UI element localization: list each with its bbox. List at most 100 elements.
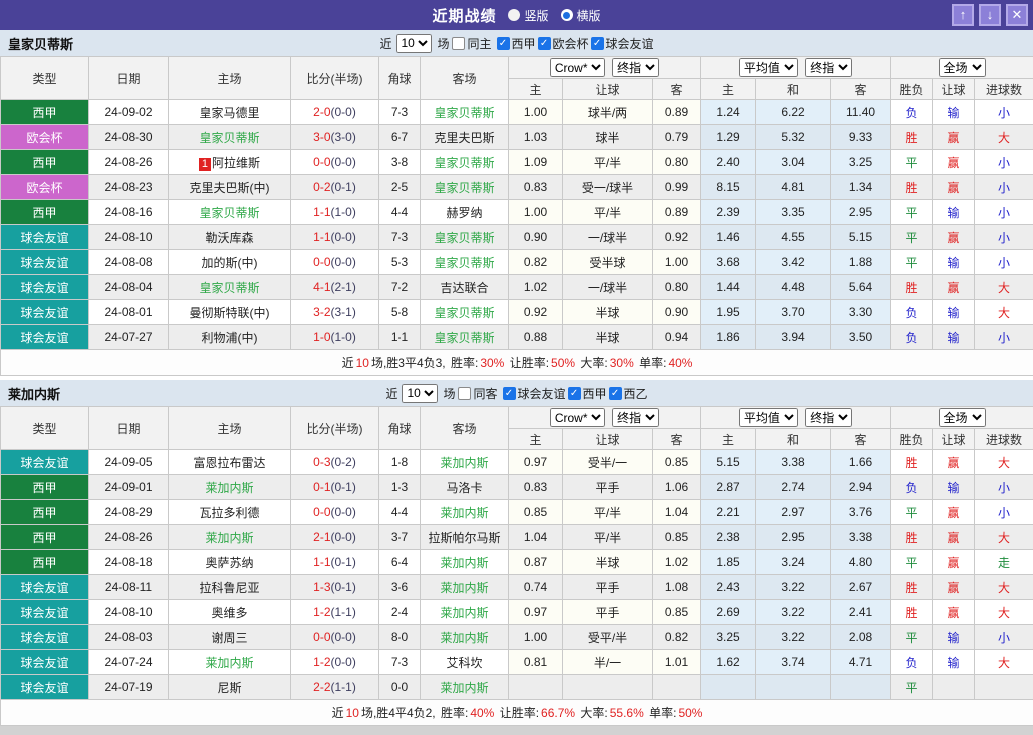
- league-checkbox[interactable]: ✓: [591, 37, 604, 50]
- radio-icon[interactable]: [508, 9, 520, 21]
- handicap: 半球: [563, 550, 653, 575]
- away-team[interactable]: 拉斯帕尔马斯: [421, 525, 509, 550]
- same-side-filter[interactable]: 同主: [452, 35, 491, 52]
- home-team[interactable]: 奥维多: [169, 600, 291, 625]
- same-side-checkbox[interactable]: [458, 387, 471, 400]
- home-team[interactable]: 皇家贝蒂斯: [169, 200, 291, 225]
- halftime-score: (1-0): [331, 330, 356, 344]
- sub-col-avg-away: 客: [831, 79, 891, 100]
- match-date: 24-09-02: [89, 100, 169, 125]
- away-team[interactable]: 莱加内斯: [421, 675, 509, 700]
- score: 0-2(0-1): [291, 175, 379, 200]
- home-team[interactable]: 拉科鲁尼亚: [169, 575, 291, 600]
- home-team[interactable]: 谢周三: [169, 625, 291, 650]
- close-button[interactable]: ✕: [1006, 4, 1028, 26]
- away-team[interactable]: 赫罗纳: [421, 200, 509, 225]
- fulltime-select[interactable]: 全场: [939, 58, 986, 77]
- home-team[interactable]: 勒沃库森: [169, 225, 291, 250]
- halftime-score: (0-0): [331, 505, 356, 519]
- away-team[interactable]: 皇家贝蒂斯: [421, 250, 509, 275]
- fulltime-select[interactable]: 全场: [939, 408, 986, 427]
- away-team[interactable]: 皇家贝蒂斯: [421, 225, 509, 250]
- recent-count-select[interactable]: 10: [402, 384, 438, 403]
- avg-select[interactable]: 平均值: [739, 58, 798, 77]
- home-team[interactable]: 克里夫巴斯(中): [169, 175, 291, 200]
- goals-result: 大: [975, 600, 1033, 625]
- odds-time-select[interactable]: 终指: [612, 58, 659, 77]
- home-team[interactable]: 利物浦(中): [169, 325, 291, 350]
- league-checkbox[interactable]: ✓: [568, 387, 581, 400]
- away-team[interactable]: 马洛卡: [421, 475, 509, 500]
- home-team[interactable]: 瓦拉多利德: [169, 500, 291, 525]
- scroll-up-button[interactable]: ↑: [952, 4, 974, 26]
- same-side-filter[interactable]: 同客: [458, 385, 497, 402]
- same-side-checkbox[interactable]: [452, 37, 465, 50]
- league-filter[interactable]: ✓西乙: [609, 385, 648, 402]
- home-team[interactable]: 尼斯: [169, 675, 291, 700]
- home-team[interactable]: 莱加内斯: [169, 650, 291, 675]
- recent-count-select[interactable]: 10: [396, 34, 432, 53]
- home-team[interactable]: 加的斯(中): [169, 250, 291, 275]
- away-team[interactable]: 皇家贝蒂斯: [421, 100, 509, 125]
- result: 胜: [891, 175, 933, 200]
- league-filter[interactable]: ✓西甲: [497, 35, 536, 52]
- home-team[interactable]: 皇家马德里: [169, 100, 291, 125]
- away-team[interactable]: 皇家贝蒂斯: [421, 150, 509, 175]
- odds-away: 0.82: [653, 625, 701, 650]
- away-team[interactable]: 艾科坎: [421, 650, 509, 675]
- home-team[interactable]: 1阿拉维斯: [169, 150, 291, 175]
- away-team[interactable]: 莱加内斯: [421, 550, 509, 575]
- odds-away: [653, 675, 701, 700]
- league-checkbox[interactable]: ✓: [538, 37, 551, 50]
- league-checkbox[interactable]: ✓: [497, 37, 510, 50]
- home-team[interactable]: 奥萨苏纳: [169, 550, 291, 575]
- league-filter[interactable]: ✓欧会杯: [538, 35, 589, 52]
- home-team[interactable]: 莱加内斯: [169, 525, 291, 550]
- away-team[interactable]: 皇家贝蒂斯: [421, 175, 509, 200]
- home-team[interactable]: 富恩拉布雷达: [169, 450, 291, 475]
- avg-home: 2.69: [701, 600, 756, 625]
- radio-icon[interactable]: [561, 9, 573, 21]
- avg-time-select[interactable]: 终指: [805, 58, 852, 77]
- away-team-name: 皇家贝蒂斯: [434, 231, 494, 245]
- away-team[interactable]: 皇家贝蒂斯: [421, 325, 509, 350]
- away-team[interactable]: 莱加内斯: [421, 575, 509, 600]
- odds-time-select[interactable]: 终指: [612, 408, 659, 427]
- layout-radio-vertical[interactable]: 竖版: [508, 7, 548, 24]
- odds-source-select[interactable]: Crow*: [550, 408, 605, 427]
- league-filter[interactable]: ✓西甲: [568, 385, 607, 402]
- avg-select[interactable]: 平均值: [739, 408, 798, 427]
- odds-home: 0.92: [509, 300, 563, 325]
- avg-home: 8.15: [701, 175, 756, 200]
- halftime-score: (3-1): [331, 305, 356, 319]
- home-team[interactable]: 莱加内斯: [169, 475, 291, 500]
- away-team[interactable]: 莱加内斯: [421, 450, 509, 475]
- away-team[interactable]: 皇家贝蒂斯: [421, 300, 509, 325]
- scroll-down-button[interactable]: ↓: [979, 4, 1001, 26]
- home-team[interactable]: 皇家贝蒂斯: [169, 275, 291, 300]
- match-type-badge: 西甲: [1, 475, 89, 500]
- result: 胜: [891, 450, 933, 475]
- match-type-badge: 球会友谊: [1, 325, 89, 350]
- home-team[interactable]: 曼彻斯特联(中): [169, 300, 291, 325]
- table-row: 球会友谊24-07-27利物浦(中)1-0(1-0)1-1皇家贝蒂斯0.88半球…: [1, 325, 1033, 350]
- avg-time-select[interactable]: 终指: [805, 408, 852, 427]
- home-team[interactable]: 皇家贝蒂斯: [169, 125, 291, 150]
- near-label: 近: [385, 385, 397, 402]
- handicap-result: 赢: [933, 525, 975, 550]
- away-team[interactable]: 莱加内斯: [421, 500, 509, 525]
- away-team[interactable]: 莱加内斯: [421, 600, 509, 625]
- league-filter[interactable]: ✓球会友谊: [591, 35, 654, 52]
- away-team[interactable]: 克里夫巴斯: [421, 125, 509, 150]
- corner-score: 7-3: [379, 225, 421, 250]
- score: 2-1(0-0): [291, 525, 379, 550]
- goals-result: 大: [975, 525, 1033, 550]
- odds-source-select[interactable]: Crow*: [550, 58, 605, 77]
- away-team-name: 皇家贝蒂斯: [434, 106, 494, 120]
- away-team[interactable]: 吉达联合: [421, 275, 509, 300]
- league-filter[interactable]: ✓球会友谊: [503, 385, 566, 402]
- layout-radio-horizontal[interactable]: 横版: [561, 7, 601, 24]
- away-team[interactable]: 莱加内斯: [421, 625, 509, 650]
- league-checkbox[interactable]: ✓: [609, 387, 622, 400]
- league-checkbox[interactable]: ✓: [503, 387, 516, 400]
